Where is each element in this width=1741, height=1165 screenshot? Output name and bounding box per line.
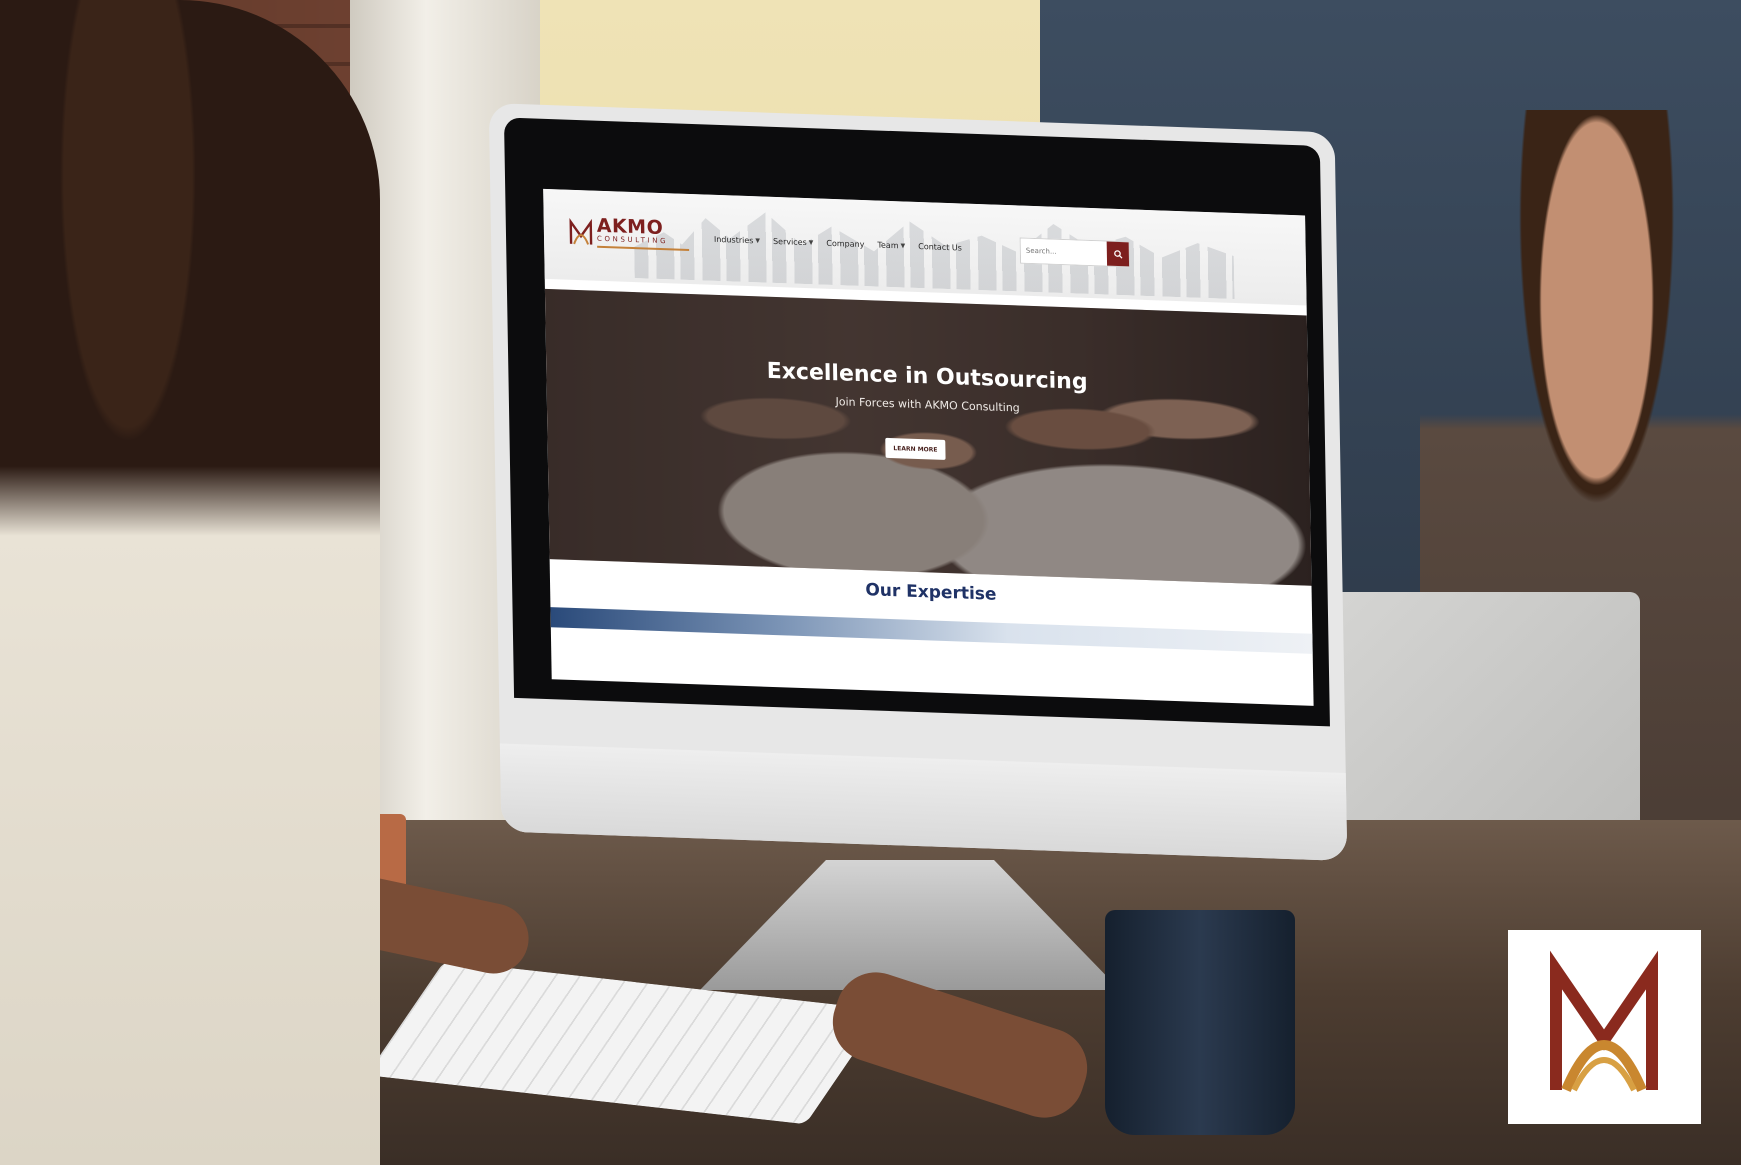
chevron-down-icon: ▼ <box>900 242 906 250</box>
search-box <box>1019 237 1131 268</box>
desktop-monitor: AKMO CONSULTING Industries ▼ Services ▼ Co… <box>488 102 1348 862</box>
chevron-down-icon: ▼ <box>755 237 761 245</box>
nav-services[interactable]: Services ▼ <box>773 237 814 247</box>
nav-label: Services <box>772 236 807 248</box>
person-left <box>0 0 380 1165</box>
nav-company[interactable]: Company <box>826 239 864 249</box>
monitor-bezel: AKMO CONSULTING Industries ▼ Services ▼ Co… <box>503 117 1330 727</box>
website: AKMO CONSULTING Industries ▼ Services ▼ Co… <box>543 188 1314 706</box>
akmo-badge <box>1508 930 1701 1124</box>
nav-label: Contact Us <box>918 241 962 253</box>
search-input[interactable] <box>1020 238 1108 266</box>
hero-banner: Excellence in Outsourcing Join Forces wi… <box>544 288 1312 586</box>
akmo-logo-mark <box>1550 950 1658 1092</box>
site-header: AKMO CONSULTING Industries ▼ Services ▼ Co… <box>543 188 1307 306</box>
nav-label: Team <box>877 240 899 251</box>
akmo-logo-icon <box>569 217 593 245</box>
photo-background: AKMO CONSULTING Industries ▼ Services ▼ Co… <box>0 0 1741 1165</box>
learn-more-button[interactable]: LEARN MORE <box>885 437 946 460</box>
site-logo[interactable]: AKMO CONSULTING <box>569 215 690 251</box>
hero-overlay <box>544 288 1312 586</box>
nav-industries[interactable]: Industries ▼ <box>714 235 760 246</box>
search-button[interactable] <box>1106 241 1130 267</box>
nav-label: Company <box>826 238 865 250</box>
nav-label: Industries <box>713 234 754 246</box>
search-icon <box>1113 249 1122 259</box>
expertise-image-strip <box>550 607 1313 654</box>
nav-team[interactable]: Team ▼ <box>877 241 905 251</box>
nav-contact[interactable]: Contact Us <box>918 242 962 253</box>
coffee-mug <box>1105 910 1295 1135</box>
chevron-down-icon: ▼ <box>808 239 814 247</box>
